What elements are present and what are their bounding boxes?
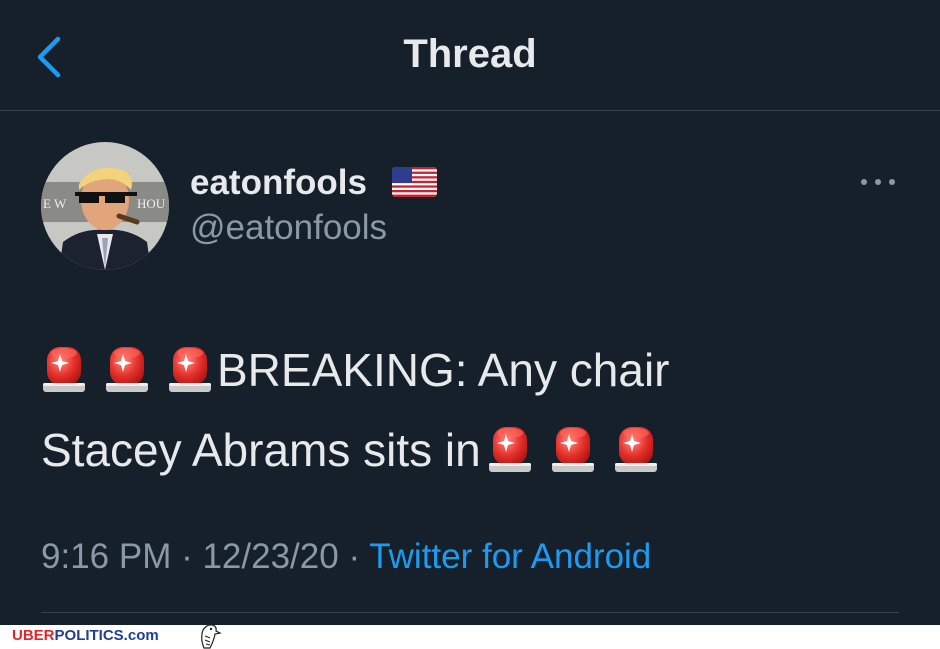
tweet-date[interactable]: 12/23/20 — [202, 537, 338, 576]
police-siren-icon — [167, 344, 213, 394]
tweet-line-1-text: BREAKING: Any chair — [217, 344, 670, 396]
thread-header: Thread — [0, 0, 940, 110]
tweet-line-2: Stacey Abrams sits in — [41, 410, 921, 490]
watermark-part1: UBER — [12, 627, 55, 644]
avatar-sign-left: E W — [43, 196, 67, 211]
author-handle[interactable]: @eatonfools — [190, 208, 387, 248]
author-display-name[interactable]: eatonfools — [190, 163, 367, 203]
tweet-time[interactable]: 9:16 PM — [41, 537, 171, 576]
eagle-icon — [201, 624, 222, 649]
police-siren-icon — [550, 424, 596, 474]
avatar-sign-right: HOU — [137, 196, 166, 211]
police-siren-icon — [104, 344, 150, 394]
tweet-line-1: BREAKING: Any chair — [41, 330, 921, 410]
page-title: Thread — [403, 32, 537, 76]
tweet-divider — [41, 612, 899, 613]
police-siren-icon — [41, 344, 87, 394]
tweet-line-2-text: Stacey Abrams sits in — [41, 424, 481, 476]
police-siren-icon — [487, 424, 533, 474]
thread-screen: Thread E W HOU eatonfools @eatonfools BR… — [0, 0, 940, 625]
us-flag-icon — [392, 167, 437, 197]
meta-separator: · — [338, 537, 370, 576]
more-horizontal-icon[interactable] — [858, 172, 898, 192]
avatar[interactable]: E W HOU — [41, 142, 169, 270]
tweet-text: BREAKING: Any chair Stacey Abrams sits i… — [41, 330, 921, 490]
watermark-part2: POLITICS.com — [54, 627, 159, 644]
meta-separator: · — [171, 537, 203, 576]
police-siren-icon — [613, 424, 659, 474]
watermark: UBERPOLITICS.com — [12, 627, 159, 647]
tweet-meta: 9:16 PM · 12/23/20 · Twitter for Android — [41, 537, 651, 577]
header-divider — [0, 110, 940, 111]
tweet-source-link[interactable]: Twitter for Android — [369, 537, 651, 576]
